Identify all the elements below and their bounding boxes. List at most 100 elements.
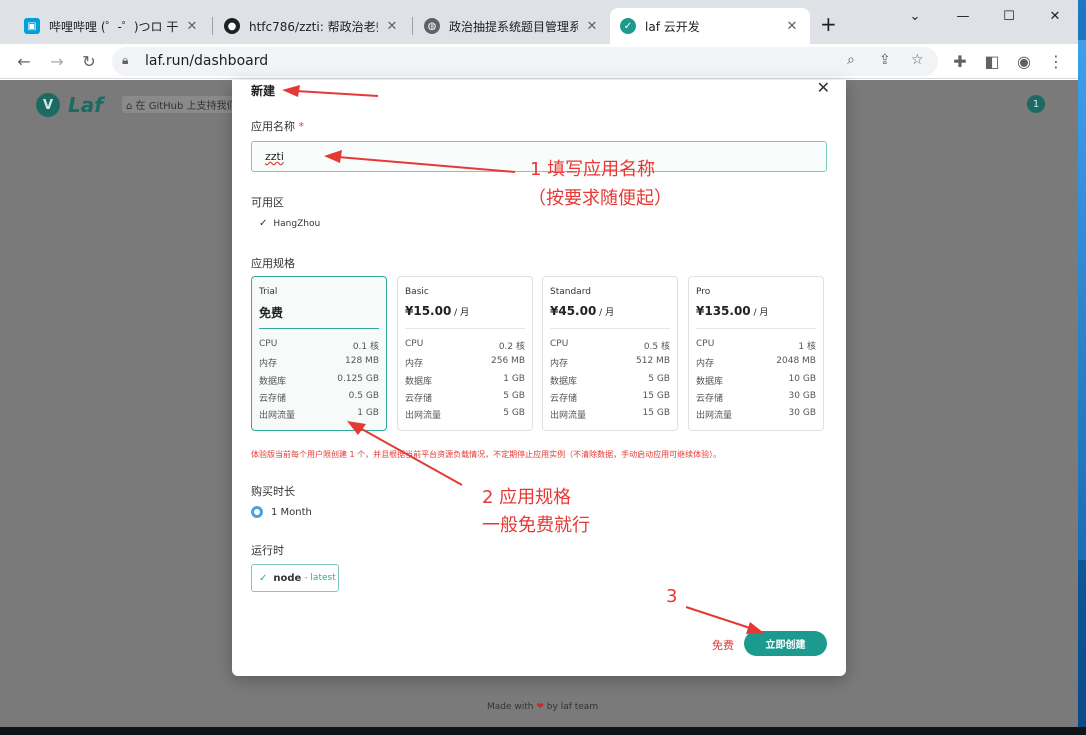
lock-icon: 🔒︎ (122, 53, 129, 67)
plan-divider (550, 328, 670, 329)
spec-value: 5 GB (503, 408, 525, 418)
close-window-button[interactable]: ✕ (1032, 0, 1078, 32)
tab-strip: ▣ 哔哩哔哩 (゜-゜)つロ 干杯~-bilibili ✕ ● htfc786/… (0, 0, 1078, 44)
close-icon[interactable]: ✕ (817, 78, 830, 97)
back-icon[interactable]: ← (12, 50, 36, 72)
spec-row: 出网流量 5 GB (405, 408, 525, 421)
annotation-step1-line2: （按要求随便起） (528, 188, 672, 209)
price-summary: 免费 (712, 639, 734, 652)
user-avatar-badge[interactable]: 1 (1027, 95, 1045, 113)
spec-key: 云存储 (696, 394, 724, 404)
tab-title: laf 云开发 (645, 19, 700, 34)
spec-row: 数据库 1 GB (405, 374, 525, 387)
page-footer: Made with ❤ by laf team (487, 702, 598, 712)
github-icon: ● (224, 18, 240, 34)
minimize-button[interactable]: — (940, 0, 986, 32)
spec-value: 0.5 核 (643, 342, 670, 352)
spec-key: 出网流量 (696, 411, 733, 421)
runtime-name: node (273, 572, 302, 584)
annotation-step1-line1: 1 填写应用名称 (530, 159, 656, 180)
spec-key: 内存 (696, 359, 715, 369)
close-icon[interactable]: ✕ (784, 19, 800, 34)
runtime-label: 运行时 (251, 544, 284, 557)
spec-value: 15 GB (642, 391, 670, 401)
menu-icon[interactable]: ⋮ (1044, 50, 1068, 72)
tab-politics-system[interactable]: ◍ 政治抽提系统题目管理系统 ✕ (414, 8, 610, 44)
sidepanel-icon[interactable]: ◧ (980, 50, 1004, 72)
spec-key: CPU (696, 339, 715, 349)
region-option[interactable]: ✓ HangZhou (259, 218, 320, 229)
extensions-icon[interactable]: ✚ (948, 50, 972, 72)
plan-card-trial[interactable]: Trial 免费 CPU 0.1 核 内存 128 MB 数据库 0.125 GB 云… (251, 276, 387, 431)
tab-title: htfc786/zzti: 帮政治老师 (249, 19, 378, 34)
laf-logo-text: Laf (68, 93, 103, 117)
spec-row: 出网流量 1 GB (259, 408, 379, 421)
address-bar[interactable]: 🔒︎ laf.run/dashboard ⌕ ⇪ ☆ (112, 47, 938, 76)
new-tab-button[interactable]: + (820, 14, 837, 34)
duration-radio-1-month[interactable]: 1 Month (251, 506, 312, 518)
tab-bilibili[interactable]: ▣ 哔哩哔哩 (゜-゜)つロ 干杯~-bilibili ✕ (14, 8, 210, 44)
spec-row: CPU 1 核 (696, 339, 816, 352)
spec-key: 内存 (259, 359, 278, 369)
spec-value: 256 MB (491, 356, 525, 366)
annotation-step2-line2: 一般免费就行 (482, 515, 590, 536)
plan-price: 免费 (259, 304, 283, 321)
spec-value: 0.2 核 (498, 342, 525, 352)
tab-laf[interactable]: ✓ laf 云开发 ✕ (610, 8, 810, 44)
spec-value: 1 GB (357, 408, 379, 418)
runtime-option-node[interactable]: ✓ node - latest (251, 564, 339, 592)
trial-notice: 体验版当前每个用户限创建 1 个，并且根据当前平台资源负载情况，不定期停止应用实… (251, 450, 722, 459)
plan-price-value: 免费 (259, 306, 284, 320)
required-mark: * (298, 120, 305, 133)
plan-card-pro[interactable]: Pro ¥135.00 / 月 CPU 1 核 内存 2048 MB 数据库 10 G… (688, 276, 824, 431)
github-icon: ⌂ (126, 101, 136, 112)
profile-icon[interactable]: ◉ (1012, 50, 1036, 72)
plan-price: ¥135.00 / 月 (696, 304, 768, 318)
create-now-button[interactable]: 立即创建 (744, 631, 827, 656)
spec-value: 10 GB (788, 374, 816, 384)
plan-card-basic[interactable]: Basic ¥15.00 / 月 CPU 0.2 核 内存 256 MB 数据库 1 … (397, 276, 533, 431)
chevron-down-icon[interactable]: ⌄ (892, 0, 938, 32)
plan-price-unit: / 月 (451, 308, 470, 318)
close-icon[interactable]: ✕ (384, 19, 400, 34)
close-icon[interactable]: ✕ (584, 19, 600, 34)
browser-toolbar: ← → ↻ 🔒︎ laf.run/dashboard ⌕ ⇪ ☆ ✚ ◧ ◉ ⋮ (0, 44, 1078, 79)
close-icon[interactable]: ✕ (184, 19, 200, 34)
spec-row: CPU 0.5 核 (550, 339, 670, 352)
forward-icon[interactable]: → (45, 50, 69, 72)
spec-row: 出网流量 30 GB (696, 408, 816, 421)
star-icon[interactable]: ☆ (911, 52, 924, 68)
region-label: 可用区 (251, 196, 284, 209)
laf-logo[interactable]: V Laf (36, 93, 103, 117)
spec-value: 30 GB (788, 391, 816, 401)
reload-icon[interactable]: ↻ (77, 50, 101, 72)
spec-key: CPU (259, 339, 278, 349)
annotation-step3: 3 (666, 586, 678, 607)
url-text: laf.run/dashboard (145, 53, 269, 69)
laf-logo-mark: V (36, 93, 60, 117)
plan-price-value: ¥135.00 (696, 304, 751, 318)
spec-key: 数据库 (259, 377, 287, 387)
share-icon[interactable]: ⇪ (879, 52, 891, 68)
github-support-link[interactable]: ⌂ 在 GitHub 上支持我们 (122, 96, 241, 113)
spec-key: CPU (405, 339, 424, 349)
tab-github[interactable]: ● htfc786/zzti: 帮政治老师 ✕ (214, 8, 410, 44)
spec-value: 5 GB (648, 374, 670, 384)
zoom-icon[interactable]: ⌕ (847, 52, 855, 68)
heart-icon: ❤ (536, 702, 544, 712)
maximize-button[interactable]: ☐ (986, 0, 1032, 32)
spec-row: 云存储 5 GB (405, 391, 525, 404)
tab-divider (412, 17, 413, 35)
app-name-value: zzti (265, 150, 284, 163)
spec-row: 数据库 0.125 GB (259, 374, 379, 387)
plan-divider (405, 328, 525, 329)
taskbar (0, 727, 1086, 735)
plan-card-standard[interactable]: Standard ¥45.00 / 月 CPU 0.5 核 内存 512 MB 数据… (542, 276, 678, 431)
duration-value: 1 Month (271, 506, 312, 518)
spec-row: CPU 0.1 核 (259, 339, 379, 352)
spec-key: 出网流量 (405, 411, 442, 421)
dialog-title: 新建 (251, 84, 276, 98)
github-support-label: 在 GitHub 上支持我们 (135, 101, 237, 112)
region-value: HangZhou (273, 218, 321, 229)
plan-price: ¥15.00 / 月 (405, 304, 469, 318)
